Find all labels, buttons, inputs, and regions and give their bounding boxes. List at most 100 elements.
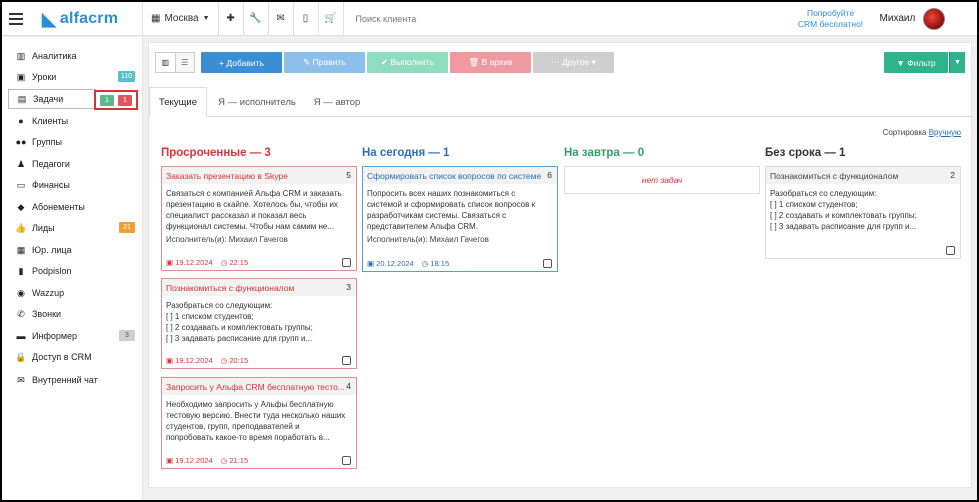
task-text-line: Связаться с компанией Альфа CRM и заказа… [166, 189, 342, 198]
task-title: Сформировать список вопросов по системе [367, 170, 542, 181]
tab-current[interactable]: Текущие [149, 87, 207, 117]
task-card[interactable]: Сформировать список вопросов по системе … [362, 166, 558, 272]
task-card[interactable]: Познакомиться с функционалом 2 Разобрать… [765, 166, 961, 259]
task-card-title[interactable]: Познакомиться с функционалом 2 [766, 167, 960, 184]
city-label: Москва [164, 13, 199, 24]
sidebar-item-label: Клиенты [32, 116, 69, 126]
task-card-title[interactable]: Сформировать список вопросов по системе … [363, 167, 557, 184]
search-input[interactable] [355, 13, 764, 24]
task-number: 3 [346, 282, 351, 292]
task-card-title[interactable]: Познакомиться с функционалом 3 [162, 279, 356, 296]
sidebar-item-calls[interactable]: ✆ Звонки [8, 304, 142, 324]
user-icon: ● [18, 116, 24, 126]
task-checkbox[interactable] [342, 456, 351, 465]
task-checkbox[interactable] [342, 356, 351, 365]
logo-text: alfacrm [59, 9, 119, 27]
wrench-icon[interactable]: 🔧 [244, 2, 268, 36]
promo-link[interactable]: Попробуйте CRM бесплатно! [796, 8, 866, 30]
other-button[interactable]: ··· Другое ▾ [533, 52, 614, 73]
mobile-icon[interactable]: ▯ [294, 2, 318, 36]
task-deadline: ▣ 19.12.2024 ◷ 20:15 [162, 352, 356, 368]
envelope-icon[interactable]: ✉ [269, 2, 293, 36]
sidebar-item-podpislon[interactable]: ▮ Podpislon [8, 261, 142, 281]
sidebar-item-teachers[interactable]: ♟ Педагоги [8, 154, 142, 174]
sidebar-item-finance[interactable]: ▭ Финансы [8, 175, 142, 195]
sidebar-item-label: Аналитика [32, 51, 77, 61]
tab-author[interactable]: Я — автор [307, 87, 367, 117]
file-icon: ▮ [18, 265, 24, 276]
task-text-line: [ ] 3 задавать расписание для групп и... [770, 222, 917, 231]
task-card-title[interactable]: Запросить у Альфа CRM бесплатную тесто..… [162, 378, 356, 395]
column-title-tomorrow: На завтра — 0 [564, 147, 645, 159]
task-date: 19.12.2024 [175, 355, 213, 365]
task-number: 5 [346, 170, 351, 180]
list-view-icon[interactable]: ☰ [175, 53, 194, 72]
task-title: Заказать презентацию в Skype [166, 170, 288, 181]
filter-button[interactable]: ▼ Фильтр [884, 52, 948, 73]
archive-button[interactable]: 🗑 В архив [450, 52, 531, 73]
cart-icon[interactable]: 🛒 [319, 2, 343, 36]
calendar-icon: ▣ [16, 71, 26, 82]
client-search[interactable] [344, 2, 764, 36]
column-title-today: На сегодня — 1 [362, 147, 450, 159]
task-date: 19.12.2024 [175, 455, 213, 465]
building-icon: ▦ [151, 13, 161, 24]
sidebar-item-legal[interactable]: ▦ Юр. лица [8, 240, 142, 260]
sidebar-item-chat[interactable]: ✉ Внутренний чат [8, 370, 142, 390]
task-text-line: Попросить всех наших познакомиться с [367, 189, 516, 198]
task-card[interactable]: Запросить у Альфа CRM бесплатную тесто..… [161, 377, 357, 469]
menu-icon[interactable] [2, 2, 30, 36]
sidebar-item-groups[interactable]: ●● Группы [8, 132, 142, 152]
sort-value-link[interactable]: Вручную [929, 128, 961, 137]
calendar-icon: ▣ [166, 257, 176, 267]
clock-icon: ◷ [421, 258, 431, 268]
sidebar-item-label: Информер [32, 331, 78, 341]
task-text-line: презентацию в скайпе. Хотелось бы, чтобы… [166, 200, 338, 209]
phone-icon: ✆ [17, 308, 25, 319]
sidebar-item-label: Podpislon [32, 266, 72, 276]
view-toggle[interactable]: ▥ ☰ [155, 52, 195, 73]
sort-control: Сортировка Вручную [883, 128, 961, 137]
sidebar-item-lessons[interactable]: ▣ Уроки 110 [8, 67, 142, 87]
tasks-badges-highlight: 1 1 [94, 90, 138, 110]
task-card-title[interactable]: Заказать презентацию в Skype 5 [162, 167, 356, 184]
sidebar-item-tasks[interactable]: ▤ Задачи [8, 89, 96, 109]
task-card[interactable]: Познакомиться с функционалом 3 Разобрать… [161, 278, 357, 369]
logo-mark-icon: ◣ [42, 8, 56, 29]
sidebar-item-analytics[interactable]: ▥ Аналитика [8, 46, 142, 66]
task-text-line: специалист рассказал и показал весь [166, 211, 307, 220]
envelope-icon: ✉ [17, 374, 25, 385]
sidebar-item-label: Уроки [32, 72, 57, 82]
sidebar-item-leads[interactable]: 👍 Лиды 21 [8, 218, 142, 238]
edit-button[interactable]: ✎ Править [284, 52, 365, 73]
sidebar-item-informer[interactable]: ▬ Информер 3 [8, 326, 142, 346]
task-time: 20:15 [229, 355, 249, 365]
avatar[interactable] [923, 7, 946, 30]
task-card[interactable]: Заказать презентацию в Skype 5 Связаться… [161, 166, 357, 271]
plus-icon[interactable]: ✚ [219, 2, 243, 36]
complete-button[interactable]: ✔ Выполнить [367, 52, 448, 73]
user-menu[interactable]: Михаил [880, 7, 946, 30]
task-checkbox[interactable] [342, 258, 351, 267]
task-executor: Исполнитель(и): Михаил Гачегов [166, 235, 288, 244]
add-button[interactable]: + Добавить [201, 52, 282, 73]
sidebar-item-clients[interactable]: ● Клиенты [8, 111, 142, 131]
task-checkbox[interactable] [946, 246, 955, 255]
teacher-icon: ♟ [16, 158, 26, 169]
task-deadline: ▣ 20.12.2024 ◷ 18:15 [363, 255, 557, 271]
tab-executor[interactable]: Я — исполнитель [209, 87, 305, 117]
task-checkbox[interactable] [543, 259, 552, 268]
filter-dropdown-icon[interactable]: ▼ [949, 52, 965, 73]
task-deadline: ▣ 19.12.2024 ◷ 22:15 [162, 254, 356, 270]
task-title: Познакомиться с функционалом [166, 282, 295, 293]
board-view-icon[interactable]: ▥ [156, 53, 176, 72]
sidebar-item-wazzup[interactable]: ◉ Wazzup [8, 283, 142, 303]
logo[interactable]: ◣ alfacrm [42, 2, 142, 36]
task-description: Попросить всех наших познакомиться с сис… [363, 184, 557, 232]
sidebar-item-access[interactable]: 🔒 Доступ в CRM [8, 347, 142, 367]
city-select[interactable]: ▦ Москва ▼ [143, 2, 218, 36]
sidebar: ▥ Аналитика ▣ Уроки 110 ▤ Задачи 1 1 ● К… [2, 37, 143, 500]
column-title-nodate: Без срока — 1 [765, 147, 846, 159]
sidebar-item-subscriptions[interactable]: ◆ Абонементы [8, 197, 142, 217]
sidebar-item-label: Wazzup [32, 288, 65, 298]
